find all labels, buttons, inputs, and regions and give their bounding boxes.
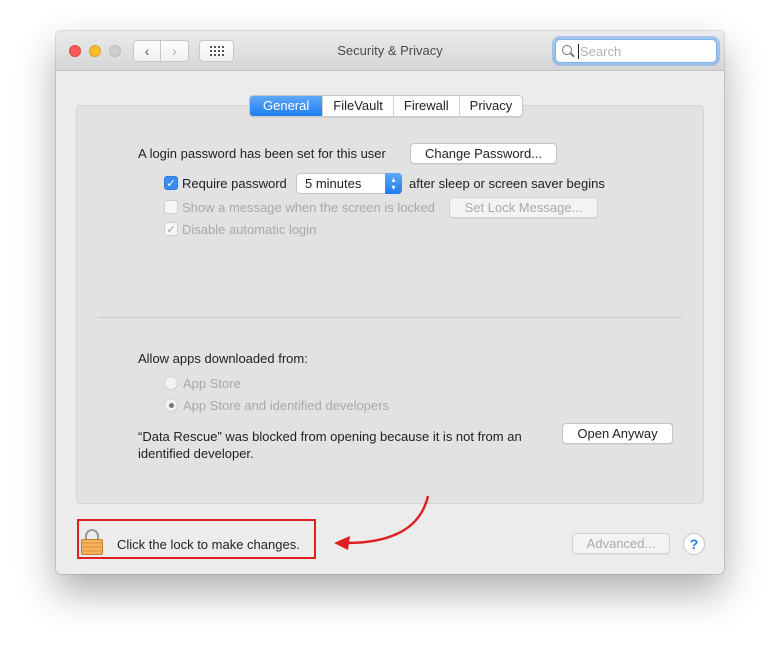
security-privacy-window: ‹ › Security & Privacy General FileVault… (56, 31, 724, 574)
search-field[interactable] (555, 39, 717, 63)
change-password-button[interactable]: Change Password... (410, 143, 557, 164)
radio-app-store-identified-label: App Store and identified developers (183, 398, 389, 413)
annotation-arrow (334, 495, 430, 550)
set-lock-message-button[interactable]: Set Lock Message... (449, 197, 598, 218)
password-interval-popup[interactable]: 5 minutes ▴ ▾ (296, 173, 402, 194)
login-password-label: A login password has been set for this u… (138, 146, 386, 161)
tab-bar: General FileVault Firewall Privacy (249, 95, 524, 117)
password-interval-value: 5 minutes (305, 176, 362, 191)
question-mark-icon: ? (689, 536, 699, 552)
open-anyway-button[interactable]: Open Anyway (562, 423, 673, 444)
section-divider (98, 317, 682, 318)
tab-general[interactable]: General (250, 96, 323, 116)
disable-auto-login-label: Disable automatic login (182, 222, 317, 237)
help-button[interactable]: ? (683, 533, 705, 555)
radio-app-store-label: App Store (183, 376, 241, 391)
chevron-updown-icon: ▴ ▾ (385, 173, 402, 194)
search-input[interactable] (578, 43, 708, 59)
radio-app-store[interactable] (164, 376, 178, 390)
show-message-label: Show a message when the screen is locked (182, 200, 435, 215)
advanced-button[interactable]: Advanced... (572, 533, 670, 554)
show-message-checkbox[interactable] (164, 200, 178, 214)
annotation-highlight-box (77, 519, 316, 559)
radio-app-store-identified[interactable] (164, 398, 178, 412)
disable-auto-login-checkbox[interactable]: ✓ (164, 222, 178, 236)
require-password-checkbox[interactable]: ✓ (164, 176, 178, 190)
allow-apps-heading: Allow apps downloaded from: (138, 351, 308, 366)
checkmark-icon: ✓ (166, 177, 176, 190)
tab-firewall[interactable]: Firewall (392, 96, 459, 116)
title-bar: ‹ › Security & Privacy (56, 31, 724, 71)
require-password-label: Require password (182, 176, 287, 191)
tab-privacy[interactable]: Privacy (458, 96, 523, 116)
blocked-app-message: “Data Rescue” was blocked from opening b… (138, 429, 522, 461)
require-password-suffix: after sleep or screen saver begins (409, 176, 605, 191)
tab-filevault[interactable]: FileVault (322, 96, 393, 116)
search-icon (562, 44, 575, 58)
checkmark-icon: ✓ (166, 223, 176, 236)
